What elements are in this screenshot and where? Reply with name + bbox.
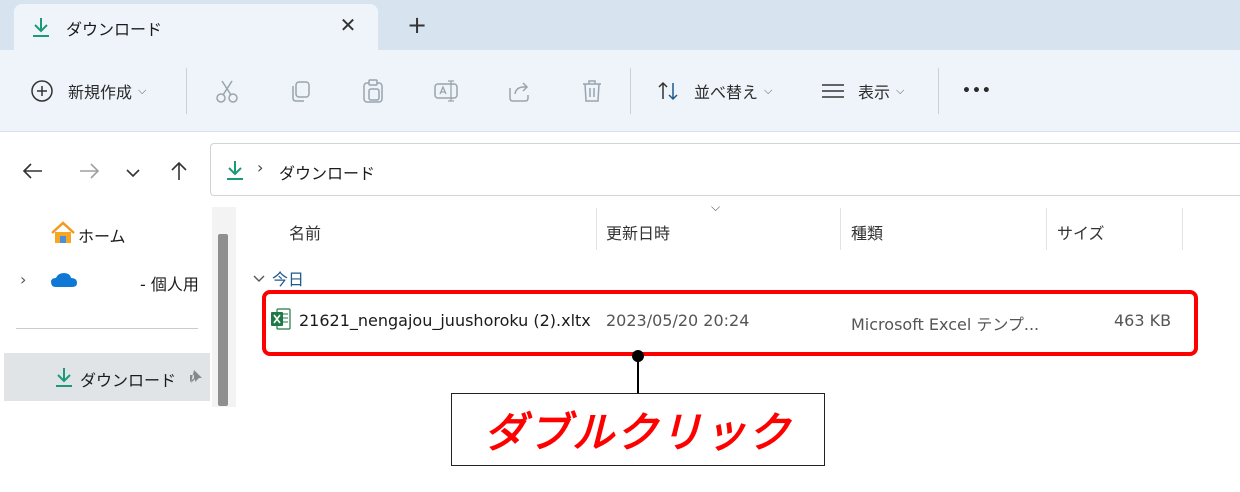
toolbar-divider [938, 68, 939, 114]
tab-downloads[interactable]: ダウンロード ✕ [14, 4, 378, 50]
highlight-frame [262, 290, 1198, 356]
sort-button-label: 並べ替え [694, 83, 759, 102]
share-icon [506, 78, 532, 104]
trash-icon [580, 78, 604, 104]
group-label: 今日 [272, 270, 305, 289]
sidebar-item-label: ダウンロード [80, 371, 177, 390]
expand-onedrive-chevron[interactable]: › [20, 270, 26, 289]
plus-circle-icon [30, 79, 54, 103]
sidebar-item-home[interactable]: ホーム [50, 221, 126, 249]
new-button-label: 新規作成 [68, 83, 133, 102]
copy-icon [288, 78, 314, 104]
callout-line [637, 356, 639, 394]
tab-bar: ダウンロード ✕ + [0, 0, 1240, 50]
chevron-down-icon: ⌵ [764, 84, 773, 97]
cut-button[interactable] [214, 50, 240, 132]
arrow-left-icon [22, 161, 44, 185]
new-button[interactable]: 新規作成 ⌵ [30, 50, 146, 132]
up-button[interactable] [166, 160, 192, 186]
download-icon [225, 159, 245, 185]
arrow-up-icon [168, 160, 190, 186]
column-header-type[interactable]: 種類 [851, 220, 883, 244]
column-divider[interactable] [840, 208, 841, 250]
pin-icon[interactable] [188, 368, 204, 388]
chevron-down-icon: ⌵ [896, 84, 905, 97]
address-bar[interactable]: › ダウンロード [210, 143, 1240, 196]
download-icon [54, 366, 74, 392]
new-tab-button[interactable]: + [404, 12, 430, 38]
copy-button[interactable] [288, 50, 314, 132]
share-button[interactable] [506, 50, 532, 132]
arrow-right-icon [78, 161, 100, 185]
command-bar: 新規作成 ⌵ 並べ替え ⌵ 表示 ⌵ ••• [0, 50, 1240, 132]
column-divider[interactable] [1046, 208, 1047, 250]
group-header-today[interactable]: 今日 [252, 266, 304, 290]
chevron-down-icon [252, 269, 266, 288]
close-tab-icon[interactable]: ✕ [336, 13, 360, 37]
scissors-icon [214, 78, 240, 104]
breadcrumb-downloads[interactable]: ダウンロード [279, 160, 375, 184]
sidebar-item-onedrive[interactable]: - 個人用 [140, 271, 199, 295]
sidebar-item-label: ホーム [78, 227, 126, 246]
recent-locations-button[interactable] [120, 160, 146, 186]
column-header-name[interactable]: 名前 [289, 220, 321, 244]
more-options-button[interactable]: ••• [962, 50, 992, 132]
paste-button[interactable] [360, 50, 386, 132]
list-view-icon [820, 81, 846, 101]
column-divider[interactable] [1182, 208, 1183, 250]
callout-text: ダブルクリック [483, 408, 792, 457]
view-button-label: 表示 [858, 83, 891, 102]
chevron-down-icon [125, 164, 141, 183]
callout-box: ダブルクリック [451, 393, 825, 466]
more-icon: ••• [962, 83, 992, 99]
column-divider[interactable] [596, 208, 597, 250]
tab-title: ダウンロード [66, 20, 163, 39]
sidebar-divider [16, 328, 198, 329]
onedrive-icon [50, 271, 78, 293]
chevron-down-icon: ⌵ [138, 84, 147, 97]
rename-icon [432, 78, 460, 104]
download-icon [30, 15, 52, 39]
breadcrumb-separator: › [257, 158, 264, 177]
delete-button[interactable] [580, 50, 604, 132]
toolbar-divider [630, 68, 631, 114]
view-button[interactable]: 表示 ⌵ [820, 50, 904, 132]
sort-button[interactable]: 並べ替え ⌵ [656, 50, 772, 132]
sidebar-item-downloads-content: ダウンロード [54, 366, 176, 392]
back-button[interactable] [20, 160, 46, 186]
sort-arrows-icon [656, 79, 682, 103]
column-header-size[interactable]: サイズ [1057, 220, 1105, 244]
toolbar-divider [186, 68, 187, 114]
home-icon [50, 221, 76, 249]
column-header-modified[interactable]: 更新日時 [606, 220, 670, 244]
sidebar-scrollbar-thumb[interactable] [218, 234, 228, 406]
rename-button[interactable] [432, 50, 460, 132]
clipboard-icon [360, 78, 386, 104]
forward-button[interactable] [76, 160, 102, 186]
sort-indicator-icon: ⌵ [711, 200, 721, 214]
